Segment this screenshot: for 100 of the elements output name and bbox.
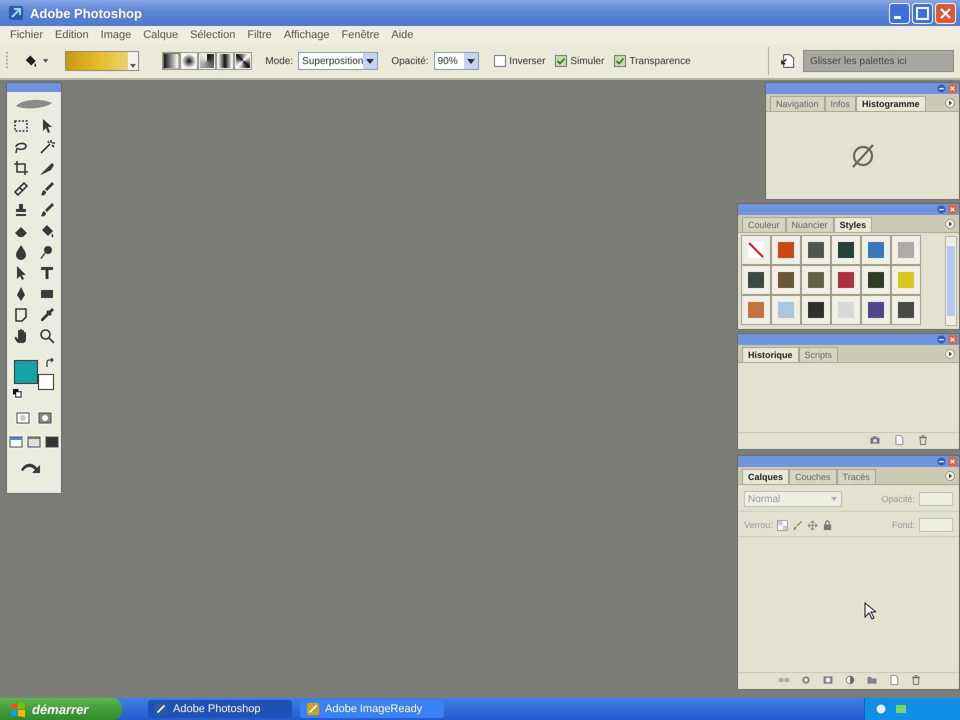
- lollipop-icon[interactable]: [39, 244, 55, 260]
- background-color-swatch[interactable]: [38, 374, 54, 390]
- style-swatch[interactable]: [742, 296, 770, 324]
- style-swatch[interactable]: [832, 236, 860, 264]
- window-icon[interactable]: [44, 434, 60, 450]
- leaf-icon[interactable]: [14, 98, 54, 110]
- menu-item[interactable]: Image: [94, 28, 138, 42]
- window-icon[interactable]: [26, 434, 42, 450]
- brush-icon[interactable]: [39, 202, 55, 218]
- minimize-button[interactable]: [937, 84, 946, 93]
- style-swatch[interactable]: [862, 266, 890, 294]
- style-swatch[interactable]: [832, 266, 860, 294]
- palette-tab[interactable]: Histogramme: [856, 96, 926, 111]
- style-swatch[interactable]: [862, 236, 890, 264]
- wand-icon[interactable]: [39, 139, 55, 155]
- style-swatch[interactable]: [802, 236, 830, 264]
- minimize-button[interactable]: [937, 457, 946, 466]
- maximize-button[interactable]: [912, 2, 933, 24]
- taskbar-button[interactable]: Adobe Photoshop: [148, 700, 292, 718]
- checkbox[interactable]: [494, 55, 506, 67]
- minimize-button[interactable]: [889, 2, 910, 24]
- palette-tab[interactable]: Infos: [824, 96, 856, 111]
- fill-field[interactable]: [919, 518, 953, 532]
- palette-tab[interactable]: Navigation: [770, 96, 825, 111]
- brush-icon[interactable]: [39, 181, 55, 197]
- style-swatch[interactable]: [772, 236, 800, 264]
- trash-icon[interactable]: [917, 434, 929, 446]
- trash-icon[interactable]: [910, 674, 922, 686]
- mask-icon[interactable]: [37, 410, 53, 426]
- palette-tab[interactable]: Styles: [834, 217, 872, 232]
- style-swatch[interactable]: [742, 266, 770, 294]
- gradient-type-button[interactable]: [162, 52, 180, 70]
- hand-icon[interactable]: [13, 328, 29, 344]
- palette-menu-icon[interactable]: [945, 98, 955, 108]
- palette-tab[interactable]: Calques: [742, 469, 790, 484]
- document-icon[interactable]: [780, 52, 796, 70]
- menu-item[interactable]: Fichier: [4, 28, 50, 42]
- menu-item[interactable]: Calque: [137, 28, 184, 42]
- close-button[interactable]: [948, 457, 957, 466]
- style-swatch[interactable]: [772, 266, 800, 294]
- opacity-field[interactable]: [919, 492, 953, 506]
- checkbox[interactable]: [614, 55, 626, 67]
- palette-menu-icon[interactable]: [945, 470, 955, 480]
- half-circle-icon[interactable]: [844, 674, 856, 686]
- dropdown-arrow-icon[interactable]: [42, 57, 50, 65]
- lock-icon[interactable]: [822, 520, 834, 530]
- move-icon[interactable]: [807, 520, 818, 530]
- checker-icon[interactable]: [777, 520, 788, 530]
- page-icon[interactable]: [893, 434, 905, 446]
- start-button[interactable]: démarrer: [0, 698, 122, 720]
- stamp-icon[interactable]: [13, 202, 29, 218]
- style-swatch[interactable]: [892, 296, 920, 324]
- camera-icon[interactable]: [869, 434, 881, 446]
- page-icon[interactable]: [888, 674, 900, 686]
- note-icon[interactable]: [13, 307, 29, 323]
- palette-tab[interactable]: Couleur: [742, 217, 786, 232]
- style-swatch[interactable]: [862, 296, 890, 324]
- foreground-color-swatch[interactable]: [14, 360, 38, 384]
- folder-icon[interactable]: [866, 674, 878, 686]
- close-button[interactable]: [948, 335, 957, 344]
- style-swatch[interactable]: [832, 296, 860, 324]
- menu-item[interactable]: Filtre: [241, 28, 278, 42]
- gradient-preview[interactable]: [64, 51, 140, 71]
- style-swatch[interactable]: [892, 236, 920, 264]
- gradient-type-button[interactable]: [216, 52, 234, 70]
- ring-icon[interactable]: [800, 674, 812, 686]
- palette-menu-icon[interactable]: [945, 348, 955, 358]
- gradient-type-button[interactable]: [234, 52, 252, 70]
- palette-menu-icon[interactable]: [945, 218, 955, 228]
- minimize-button[interactable]: [937, 205, 946, 214]
- no-style-swatch[interactable]: [742, 236, 770, 264]
- t-shape-icon[interactable]: [39, 265, 55, 281]
- taskbar-button[interactable]: Adobe ImageReady: [300, 700, 444, 718]
- close-button[interactable]: [948, 84, 957, 93]
- mask-icon[interactable]: [822, 674, 834, 686]
- style-swatch[interactable]: [772, 296, 800, 324]
- default-colors-icon[interactable]: [13, 389, 22, 398]
- palette-tab[interactable]: Scripts: [798, 347, 838, 362]
- window-icon[interactable]: [8, 434, 24, 450]
- checkbox[interactable]: [555, 55, 568, 67]
- minimize-button[interactable]: [937, 335, 946, 344]
- menu-item[interactable]: Sélection: [184, 28, 242, 42]
- tray-icon[interactable]: [875, 703, 887, 715]
- swap-arrow-icon[interactable]: [45, 358, 55, 368]
- close-button[interactable]: [948, 205, 957, 214]
- scrollbar[interactable]: [945, 236, 957, 326]
- knife-icon[interactable]: [39, 160, 55, 176]
- style-swatch[interactable]: [892, 266, 920, 294]
- palette-tab[interactable]: Tracés: [836, 469, 876, 484]
- magnifier-icon[interactable]: [39, 328, 55, 344]
- eyedropper-icon[interactable]: [39, 307, 55, 323]
- palette-tab[interactable]: Historique: [742, 347, 799, 362]
- marquee-icon[interactable]: [13, 118, 29, 134]
- style-swatch[interactable]: [802, 296, 830, 324]
- palette-tab[interactable]: Nuancier: [786, 217, 834, 232]
- frame-icon[interactable]: [15, 410, 31, 426]
- bandage-icon[interactable]: [13, 181, 29, 197]
- style-swatch[interactable]: [802, 266, 830, 294]
- menu-item[interactable]: Affichage: [278, 28, 336, 42]
- gradient-type-button[interactable]: [180, 52, 198, 70]
